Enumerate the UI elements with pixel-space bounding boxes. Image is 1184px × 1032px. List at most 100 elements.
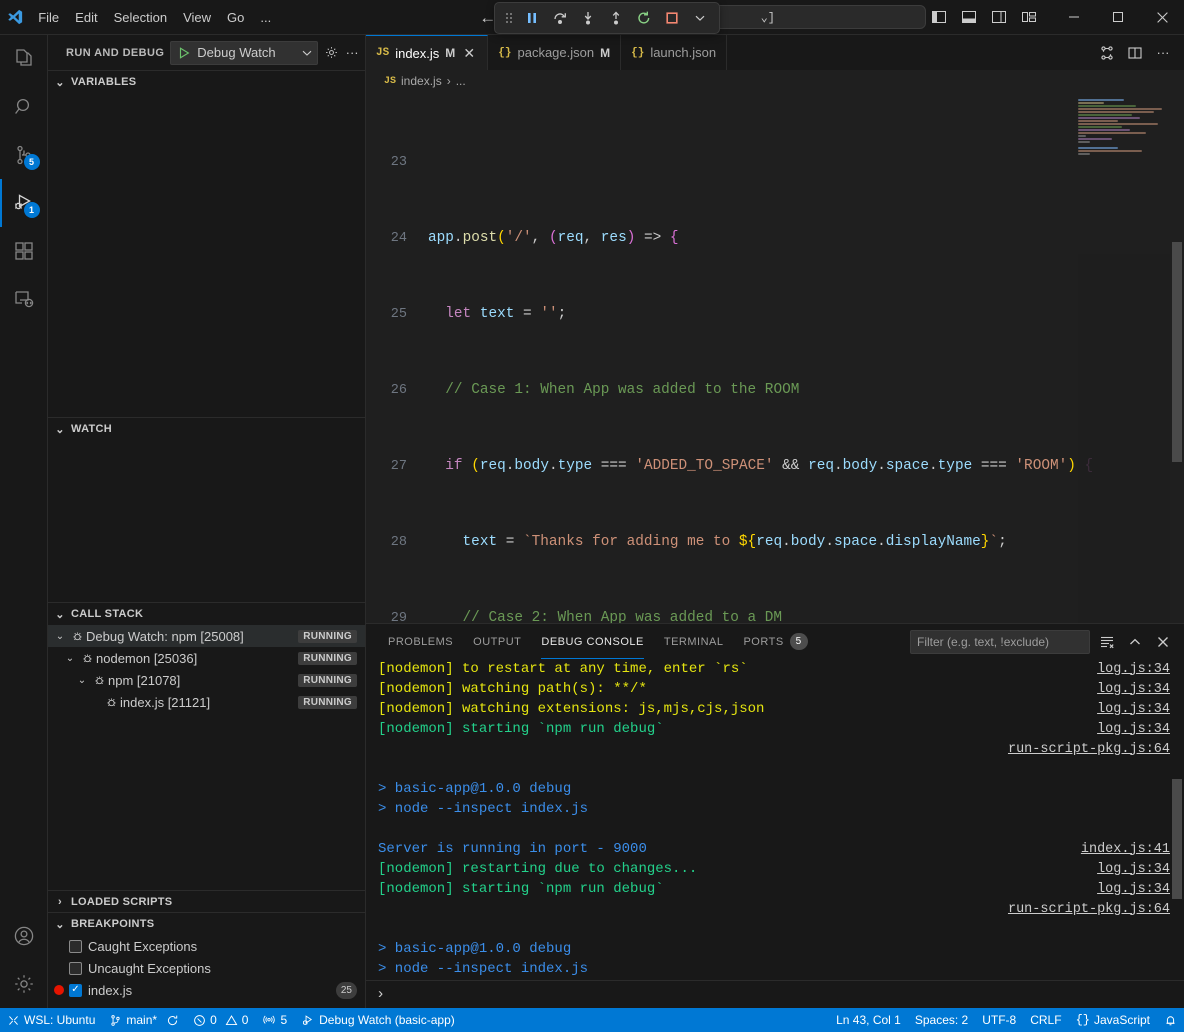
console-source-link[interactable]: index.js:41 bbox=[1081, 842, 1170, 857]
close-panel-icon[interactable] bbox=[1152, 631, 1174, 653]
menu-view[interactable]: View bbox=[175, 7, 219, 28]
breadcrumb-symbol[interactable]: ... bbox=[456, 74, 466, 88]
chevron-down-icon[interactable]: ⌄ bbox=[74, 675, 90, 686]
tab-package-json[interactable]: {} package.json M bbox=[488, 35, 621, 70]
start-debugging-icon[interactable] bbox=[177, 46, 191, 60]
call-stack-list[interactable]: ⌄ Debug Watch: npm [25008] RUNNING ⌄ nod… bbox=[48, 625, 365, 890]
debug-step-out-button[interactable] bbox=[603, 6, 629, 30]
split-editor-icon[interactable] bbox=[1122, 40, 1148, 66]
close-icon[interactable]: ✕ bbox=[461, 45, 477, 62]
window-maximize-button[interactable] bbox=[1096, 0, 1140, 34]
breakpoint-checkbox[interactable]: ✓ bbox=[69, 984, 82, 997]
chevron-right-icon[interactable]: › bbox=[52, 896, 68, 908]
breakpoint-checkbox[interactable] bbox=[69, 962, 82, 975]
tab-terminal[interactable]: TERMINAL bbox=[654, 624, 734, 659]
editor-vertical-scrollbar[interactable] bbox=[1170, 92, 1184, 623]
menu-file[interactable]: File bbox=[30, 7, 67, 28]
sidebar-more-actions-icon[interactable]: ··· bbox=[345, 42, 359, 64]
tab-ports[interactable]: PORTS 5 bbox=[733, 624, 817, 659]
call-stack-row[interactable]: ⌄ npm [21078] RUNNING bbox=[48, 669, 365, 691]
activity-item-search[interactable] bbox=[0, 83, 48, 131]
activity-item-settings[interactable] bbox=[0, 960, 48, 1008]
status-language-mode[interactable]: {} JavaScript bbox=[1069, 1008, 1157, 1032]
section-header-loaded-scripts[interactable]: › LOADED SCRIPTS bbox=[48, 891, 365, 913]
toggle-secondary-sidebar-icon[interactable] bbox=[986, 6, 1012, 28]
menu-bar[interactable]: File Edit Selection View Go ... bbox=[30, 7, 279, 28]
chevron-down-icon[interactable]: ⌄ bbox=[52, 631, 68, 642]
menu-go[interactable]: Go bbox=[219, 7, 252, 28]
call-stack-row[interactable]: index.js [21121] RUNNING bbox=[48, 691, 365, 713]
launch-configuration-dropdown[interactable]: Debug Watch bbox=[170, 41, 318, 65]
toggle-primary-sidebar-icon[interactable] bbox=[926, 6, 952, 28]
activity-item-remote-explorer[interactable] bbox=[0, 275, 48, 323]
debug-toolbar-drag-handle[interactable] bbox=[501, 6, 517, 30]
breadcrumb[interactable]: JS index.js › ... bbox=[366, 70, 1184, 92]
code-content[interactable]: 23 24app.post('/', (req, res) => { 25 le… bbox=[366, 92, 1184, 623]
status-notifications[interactable] bbox=[1157, 1008, 1184, 1032]
scrollbar-thumb[interactable] bbox=[1172, 779, 1182, 899]
watch-list[interactable] bbox=[48, 440, 365, 602]
variables-list[interactable] bbox=[48, 93, 365, 417]
breadcrumb-file[interactable]: index.js bbox=[401, 74, 442, 88]
window-close-button[interactable] bbox=[1140, 0, 1184, 34]
debug-toolbar[interactable] bbox=[494, 2, 720, 34]
sync-icon[interactable] bbox=[166, 1014, 179, 1027]
status-remote-host[interactable]: WSL: Ubuntu bbox=[0, 1008, 102, 1032]
chevron-down-icon[interactable]: ⌄ bbox=[52, 608, 68, 621]
chevron-down-icon[interactable]: ⌄ bbox=[52, 918, 68, 931]
debug-console-input[interactable]: › bbox=[366, 980, 1184, 1008]
status-problems[interactable]: 0 0 bbox=[186, 1008, 255, 1032]
toggle-panel-icon[interactable] bbox=[956, 6, 982, 28]
activity-item-run-and-debug[interactable]: 1 bbox=[0, 179, 48, 227]
section-header-variables[interactable]: ⌄ VARIABLES bbox=[48, 71, 365, 93]
section-header-watch[interactable]: ⌄ WATCH bbox=[48, 418, 365, 440]
activity-item-extensions[interactable] bbox=[0, 227, 48, 275]
tab-output[interactable]: OUTPUT bbox=[463, 624, 531, 659]
console-source-link[interactable]: log.js:34 bbox=[1097, 682, 1170, 697]
breakpoint-row[interactable]: Caught Exceptions bbox=[48, 935, 365, 957]
activity-item-accounts[interactable] bbox=[0, 912, 48, 960]
open-launch-settings-icon[interactable] bbox=[324, 42, 339, 64]
chevron-down-icon[interactable] bbox=[301, 47, 313, 59]
status-branch[interactable]: main* bbox=[102, 1008, 186, 1032]
debug-stop-button[interactable] bbox=[659, 6, 685, 30]
status-eol[interactable]: CRLF bbox=[1023, 1008, 1068, 1032]
tab-index-js[interactable]: JS index.js M ✕ bbox=[366, 35, 488, 70]
debug-pause-button[interactable] bbox=[519, 6, 545, 30]
code-editor[interactable]: 23 24app.post('/', (req, res) => { 25 le… bbox=[366, 92, 1184, 623]
compare-changes-icon[interactable] bbox=[1094, 40, 1120, 66]
console-vertical-scrollbar[interactable] bbox=[1170, 659, 1184, 980]
window-minimize-button[interactable] bbox=[1052, 0, 1096, 34]
console-source-link[interactable]: run-script-pkg.js:64 bbox=[1008, 902, 1170, 917]
maximize-panel-icon[interactable] bbox=[1124, 631, 1146, 653]
status-encoding[interactable]: UTF-8 bbox=[975, 1008, 1023, 1032]
console-source-link[interactable]: log.js:34 bbox=[1097, 882, 1170, 897]
menu-edit[interactable]: Edit bbox=[67, 7, 105, 28]
tab-launch-json[interactable]: {} launch.json bbox=[621, 35, 727, 70]
breakpoint-row[interactable]: Uncaught Exceptions bbox=[48, 957, 365, 979]
console-source-link[interactable]: log.js:34 bbox=[1097, 702, 1170, 717]
debug-restart-button[interactable] bbox=[631, 6, 657, 30]
console-source-link[interactable]: log.js:34 bbox=[1097, 722, 1170, 737]
breakpoints-list[interactable]: Caught Exceptions Uncaught Exceptions ✓ … bbox=[48, 935, 365, 1008]
activity-item-explorer[interactable] bbox=[0, 35, 48, 83]
debug-console-output[interactable]: [nodemon] to restart at any time, enter … bbox=[366, 659, 1184, 980]
status-cursor-position[interactable]: Ln 43, Col 1 bbox=[829, 1008, 908, 1032]
clear-console-icon[interactable] bbox=[1096, 631, 1118, 653]
chevron-down-icon[interactable]: ⌄ bbox=[52, 423, 68, 436]
console-source-link[interactable]: run-script-pkg.js:64 bbox=[1008, 742, 1170, 757]
scrollbar-thumb[interactable] bbox=[1172, 242, 1182, 462]
console-source-link[interactable]: log.js:34 bbox=[1097, 862, 1170, 877]
menu-more[interactable]: ... bbox=[252, 7, 279, 28]
chevron-down-icon[interactable]: ⌄ bbox=[62, 653, 78, 664]
debug-step-over-button[interactable] bbox=[547, 6, 573, 30]
console-source-link[interactable]: log.js:34 bbox=[1097, 662, 1170, 677]
breakpoint-checkbox[interactable] bbox=[69, 940, 82, 953]
chevron-down-icon[interactable]: ⌄ bbox=[52, 76, 68, 89]
activity-item-source-control[interactable]: 5 bbox=[0, 131, 48, 179]
status-debug-session[interactable]: Debug Watch (basic-app) bbox=[294, 1008, 462, 1032]
call-stack-row[interactable]: ⌄ Debug Watch: npm [25008] RUNNING bbox=[48, 625, 365, 647]
breakpoint-row[interactable]: ✓ index.js 25 bbox=[48, 979, 365, 1001]
call-stack-row[interactable]: ⌄ nodemon [25036] RUNNING bbox=[48, 647, 365, 669]
menu-selection[interactable]: Selection bbox=[106, 7, 175, 28]
